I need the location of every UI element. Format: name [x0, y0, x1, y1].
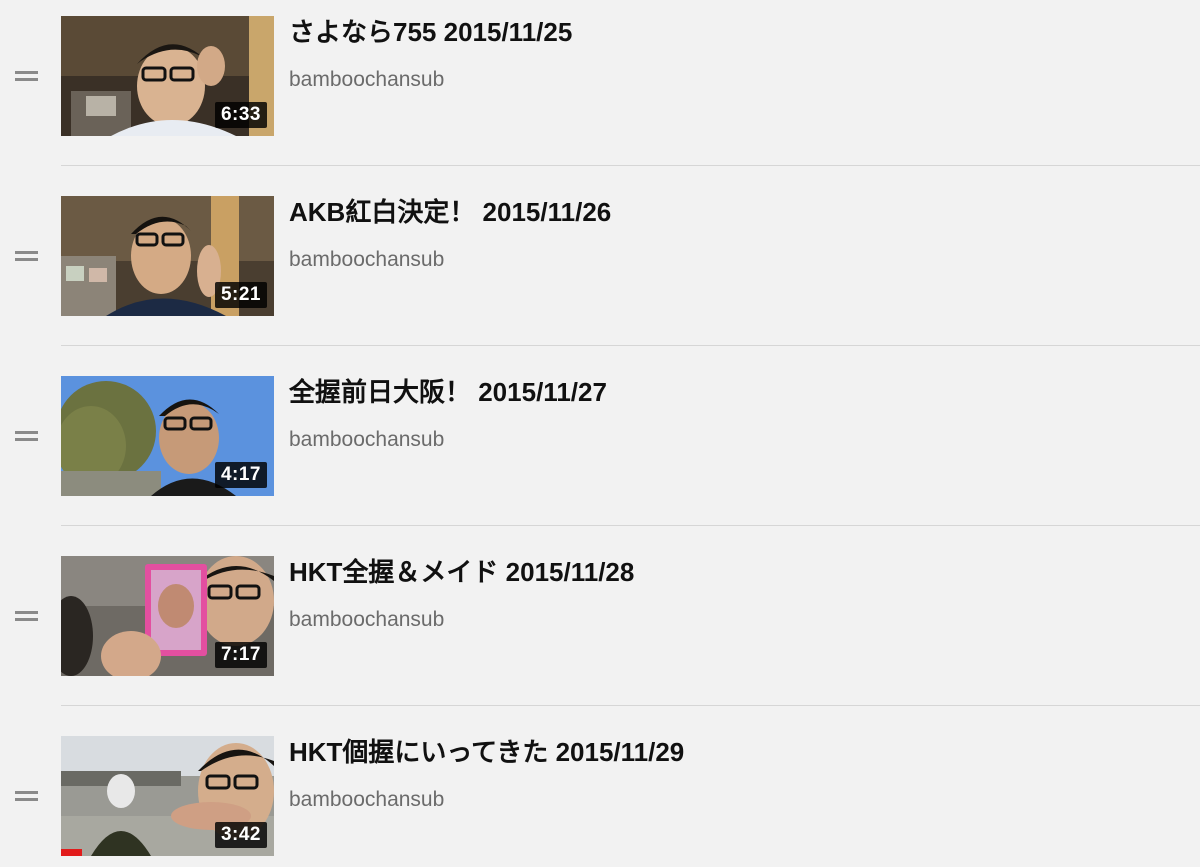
playlist-item[interactable]: 3:42 HKT個握にいってきた 2015/11/29 bamboochansu… [0, 720, 1200, 867]
channel-name[interactable]: bamboochansub [289, 246, 444, 274]
watch-progress-bar [61, 849, 83, 856]
video-duration: 4:17 [214, 462, 267, 488]
drag-handle-icon[interactable] [15, 431, 38, 443]
channel-name[interactable]: bamboochansub [289, 426, 444, 454]
video-thumbnail[interactable]: 4:17 [61, 376, 274, 496]
video-duration: 3:42 [214, 822, 267, 848]
video-duration: 6:33 [214, 102, 267, 128]
drag-handle-icon[interactable] [15, 251, 38, 263]
video-title[interactable]: HKT個握にいってきた 2015/11/29 [289, 734, 684, 770]
video-title[interactable]: さよなら755 2015/11/25 [289, 14, 572, 50]
drag-handle-icon[interactable] [15, 611, 38, 623]
divider [61, 345, 1200, 346]
video-title[interactable]: AKB紅白決定！ 2015/11/26 [289, 194, 611, 230]
playlist-item[interactable]: 5:21 AKB紅白決定！ 2015/11/26 bamboochansub [0, 180, 1200, 360]
playlist-item[interactable]: 4:17 全握前日大阪！ 2015/11/27 bamboochansub [0, 360, 1200, 540]
video-title[interactable]: 全握前日大阪！ 2015/11/27 [289, 374, 607, 410]
divider [61, 525, 1200, 526]
video-thumbnail[interactable]: 7:17 [61, 556, 274, 676]
video-thumbnail[interactable]: 6:33 [61, 16, 274, 136]
channel-name[interactable]: bamboochansub [289, 786, 444, 814]
channel-name[interactable]: bamboochansub [289, 606, 444, 634]
channel-name[interactable]: bamboochansub [289, 66, 444, 94]
video-title[interactable]: HKT全握＆メイド 2015/11/28 [289, 554, 634, 590]
video-thumbnail[interactable]: 3:42 [61, 736, 274, 856]
divider [61, 165, 1200, 166]
drag-handle-icon[interactable] [15, 791, 38, 803]
playlist-item[interactable]: 6:33 さよなら755 2015/11/25 bamboochansub [0, 0, 1200, 180]
video-duration: 7:17 [214, 642, 267, 668]
divider [61, 705, 1200, 706]
playlist-item[interactable]: 7:17 HKT全握＆メイド 2015/11/28 bamboochansub [0, 540, 1200, 720]
drag-handle-icon[interactable] [15, 71, 38, 83]
video-thumbnail[interactable]: 5:21 [61, 196, 274, 316]
video-duration: 5:21 [214, 282, 267, 308]
playlist: 6:33 さよなら755 2015/11/25 bamboochansub 5:… [0, 0, 1200, 867]
